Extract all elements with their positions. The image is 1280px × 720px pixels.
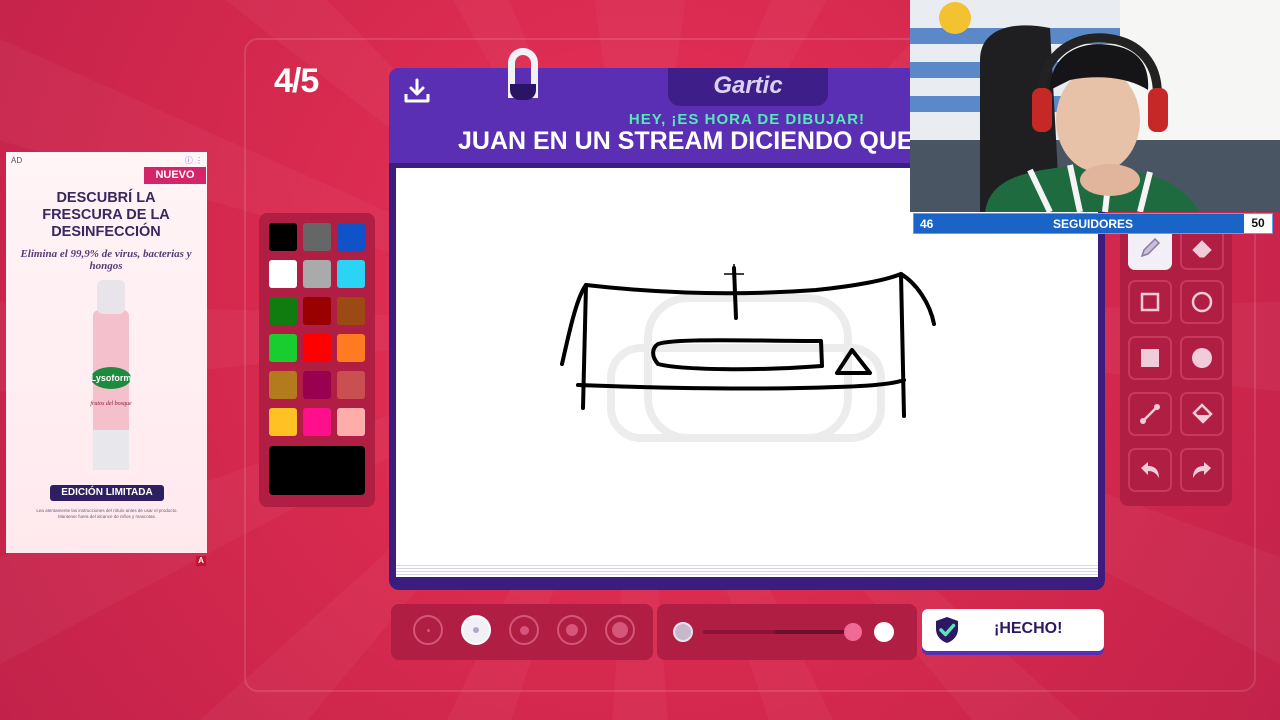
undo-icon [1141, 462, 1159, 478]
opacity-slider-panel [657, 604, 917, 660]
opacity-high-icon [874, 622, 894, 642]
webcam-image [910, 0, 1280, 212]
round-counter: 4/5 [274, 62, 319, 100]
ad-badge: NUEVO [144, 167, 206, 184]
undo-button[interactable] [1128, 448, 1172, 492]
done-button[interactable]: ¡HECHO! [922, 609, 1104, 651]
followers-goal-bar: 46 SEGUIDORES 50 [913, 213, 1273, 234]
drawing-prompt: JUAN EN UN STREAM DICIENDO QUE [458, 127, 914, 155]
line-tool[interactable] [1128, 392, 1172, 436]
color-swatch[interactable] [269, 260, 297, 288]
ad-cta[interactable]: EDICIÓN LIMITADA [50, 485, 164, 501]
current-color-indicator [269, 446, 365, 495]
fill-bucket-icon [1192, 403, 1213, 424]
color-swatch[interactable] [337, 371, 365, 399]
redo-button[interactable] [1180, 448, 1224, 492]
color-swatch[interactable] [337, 408, 365, 436]
redo-icon [1193, 462, 1211, 478]
color-swatch[interactable] [303, 223, 331, 251]
opacity-slider[interactable] [657, 604, 917, 660]
opacity-handle [844, 623, 862, 641]
pencil-icon [1140, 237, 1161, 258]
rectangle-filled-tool[interactable] [1128, 336, 1172, 380]
circle-outline-tool[interactable] [1180, 280, 1224, 324]
color-palette [259, 213, 375, 507]
rectangle-filled-icon [1141, 349, 1159, 367]
color-swatch[interactable] [303, 371, 331, 399]
color-swatch[interactable] [303, 334, 331, 362]
color-swatch[interactable] [337, 223, 365, 251]
line-icon [1140, 404, 1160, 424]
tool-panel [1120, 226, 1232, 506]
ad-subtitle: Elimina el 99,9% de virus, bacterias y h… [20, 248, 192, 272]
color-swatch[interactable] [337, 260, 365, 288]
color-swatch[interactable] [337, 297, 365, 325]
ad-corner-logo: A [196, 556, 206, 566]
color-swatch[interactable] [269, 334, 297, 362]
brush-size-1[interactable] [413, 615, 443, 645]
brush-size-4[interactable] [557, 615, 587, 645]
paper-edge [396, 563, 1098, 577]
circle-outline-icon [1191, 291, 1213, 313]
color-swatch[interactable] [269, 297, 297, 325]
gartic-logo: Gartic [713, 72, 783, 99]
ad-fine-print: Lea atentamente las instrucciones del ró… [36, 508, 178, 519]
color-swatch[interactable] [303, 260, 331, 288]
color-swatch[interactable] [269, 408, 297, 436]
brush-size-3[interactable] [509, 615, 539, 645]
color-swatch[interactable] [269, 371, 297, 399]
opacity-low-icon [673, 622, 693, 642]
followers-goal: 50 [1244, 214, 1272, 233]
binder-ring-hole [510, 84, 536, 100]
webcam-feed [910, 0, 1280, 212]
fill-bucket-tool[interactable] [1180, 392, 1224, 436]
color-swatch[interactable] [337, 334, 365, 362]
rectangle-outline-icon [1140, 292, 1160, 312]
ad-label: AD [11, 156, 23, 165]
color-swatch[interactable] [269, 223, 297, 251]
done-label: ¡HECHO! [994, 620, 1063, 637]
ad-product: frutos del bosque [90, 400, 132, 407]
followers-label: SEGUIDORES [1052, 217, 1133, 231]
check-shield-icon [936, 617, 958, 643]
brush-size-selector [391, 604, 653, 660]
eraser-icon [1192, 240, 1212, 258]
ad-info-icon[interactable]: ⓘ ⋮ [185, 155, 203, 166]
circle-filled-tool[interactable] [1180, 336, 1224, 380]
ad-title: DESCUBRÍ LA FRESCURA DE LA DESINFECCIÓN [42, 190, 170, 240]
rectangle-outline-tool[interactable] [1128, 280, 1172, 324]
spray-can-image: Lysoform frutos del bosque [90, 280, 132, 470]
download-icon[interactable] [402, 76, 432, 106]
brush-size-2[interactable] [461, 615, 491, 645]
advertisement[interactable]: AD ⓘ ⋮ NUEVO DESCUBRÍ LA FRESCURA DE LA … [6, 152, 207, 553]
circle-filled-icon [1192, 348, 1212, 368]
brush-size-5[interactable] [605, 615, 635, 645]
color-swatch[interactable] [303, 297, 331, 325]
color-swatch[interactable] [303, 408, 331, 436]
crosshair-cursor-icon [724, 264, 744, 284]
ad-brand: Lysoform [91, 373, 132, 383]
